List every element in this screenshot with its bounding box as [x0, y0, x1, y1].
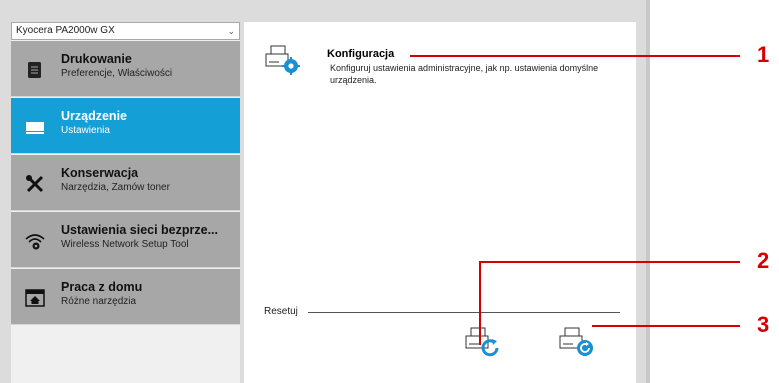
printer-reset-icon[interactable] [559, 326, 595, 358]
sidebar-item-praca-z-domu[interactable]: Praca z domu Różne narzędzia [11, 269, 240, 325]
sidebar-item-title: Urządzenie [61, 109, 127, 123]
reset-divider [308, 312, 620, 313]
printer-settings-icon[interactable] [265, 44, 301, 76]
config-title[interactable]: Konfiguracja [327, 48, 394, 60]
sidebar-item-title: Drukowanie [61, 52, 132, 66]
callout-number-1: 1 [757, 42, 770, 67]
printer-icon [26, 122, 44, 134]
sidebar-item-subtitle: Narzędzia, Zamów toner [61, 182, 170, 193]
callout-line-2 [479, 261, 740, 263]
model-select[interactable]: Kyocera PA2000w GX ⌄ [11, 22, 240, 40]
sidebar-item-urzadzenie[interactable]: Urządzenie Ustawienia [11, 98, 240, 154]
chevron-down-icon: ⌄ [227, 26, 235, 36]
sidebar-item-wireless[interactable]: Ustawienia sieci bezprze... Wireless Net… [11, 212, 240, 268]
callout-line-2-vertical [479, 261, 481, 345]
callout-line-3 [592, 325, 740, 327]
sidebar-item-title: Konserwacja [61, 166, 139, 180]
sidebar-item-subtitle: Preferencje, Właściwości [61, 68, 173, 79]
callout-number-2: 2 [757, 248, 770, 273]
sidebar-item-title: Praca z domu [61, 280, 143, 294]
sidebar-item-subtitle: Ustawienia [61, 125, 110, 136]
reset-label: Resetuj [264, 306, 298, 317]
model-select-value: Kyocera PA2000w GX [16, 25, 115, 36]
sidebar-item-subtitle: Różne narzędzia [61, 296, 137, 307]
printer-refresh-icon[interactable] [465, 326, 501, 358]
config-description: Konfiguruj ustawienia administracyjne, j… [330, 63, 599, 85]
callout-number-3: 3 [757, 312, 770, 337]
callout-line-1 [410, 55, 740, 57]
sidebar-item-title: Ustawienia sieci bezprze... [61, 223, 219, 237]
wifi-gear-icon [25, 234, 45, 250]
sidebar-item-subtitle: Wireless Network Setup Tool [61, 239, 189, 250]
sidebar-item-drukowanie[interactable]: Drukowanie Preferencje, Właściwości [11, 41, 240, 97]
home-icon [25, 289, 45, 307]
document-icon [28, 62, 41, 78]
tools-icon [26, 175, 44, 193]
sidebar-item-konserwacja[interactable]: Konserwacja Narzędzia, Zamów toner [11, 155, 240, 211]
